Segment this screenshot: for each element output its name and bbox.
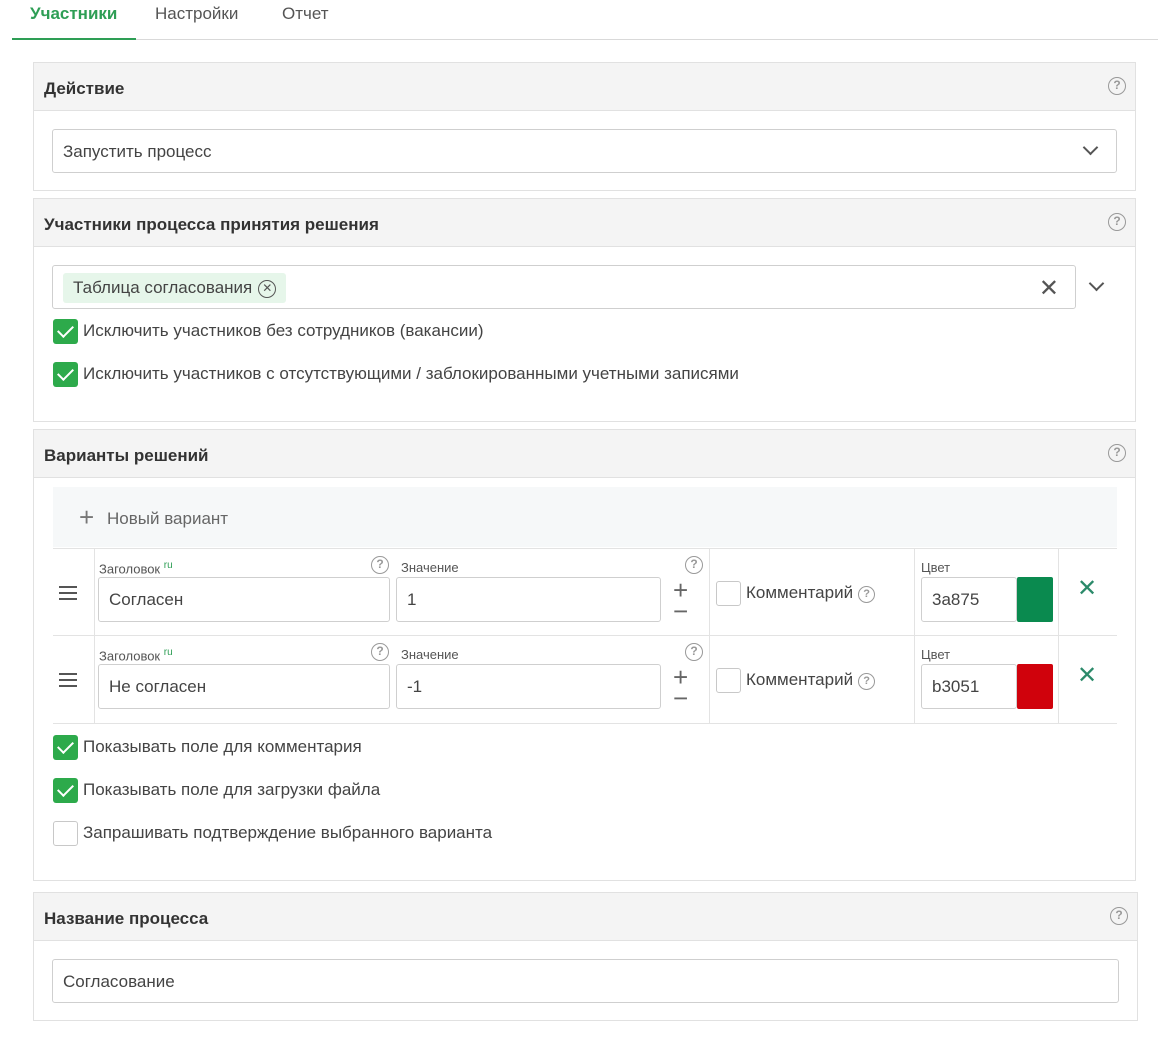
exclude-blocked-checkbox[interactable]	[53, 362, 78, 387]
color-field-label: Цвет	[921, 647, 951, 662]
color-swatch[interactable]	[1017, 577, 1053, 622]
drag-handle-icon[interactable]	[59, 586, 77, 604]
help-icon[interactable]: ?	[685, 556, 703, 574]
title-field-label: Заголовок ru	[99, 647, 173, 664]
help-icon[interactable]: ?	[1108, 444, 1126, 462]
color-hex-input[interactable]: b3051	[921, 664, 1017, 709]
action-panel: Действие ? Запустить процесс	[33, 62, 1136, 191]
help-icon[interactable]: ?	[685, 643, 703, 661]
exclude-no-employees-label: Исключить участников без сотрудников (ва…	[83, 321, 484, 340]
process-name-panel-header: Название процесса ?	[34, 893, 1137, 941]
title-field-label: Заголовок ru	[99, 560, 173, 577]
decrement-icon[interactable]: −	[673, 685, 688, 711]
show-upload-checkbox[interactable]	[53, 778, 78, 803]
new-variant-label: Новый вариант	[107, 509, 229, 528]
show-upload-label: Показывать поле для загрузки файла	[83, 780, 381, 799]
process-name-panel: Название процесса ? Согласование	[33, 892, 1138, 1021]
show-comment-label: Показывать поле для комментария	[83, 737, 362, 756]
tag-remove-icon[interactable]: ✕	[258, 280, 277, 298]
exclude-no-employees-checkbox[interactable]	[53, 319, 78, 344]
active-tab-indicator	[12, 38, 136, 40]
comment-label: Комментарий?	[746, 583, 876, 603]
chevron-down-icon[interactable]	[1088, 275, 1105, 292]
tab-settings[interactable]: Настройки	[155, 4, 238, 24]
action-select-value: Запустить процесс	[63, 142, 212, 161]
participant-tag: Таблица согласования ✕	[63, 273, 287, 303]
ask-confirm-checkbox[interactable]	[53, 821, 78, 846]
tab-report[interactable]: Отчет	[282, 4, 329, 24]
color-field-label: Цвет	[921, 560, 951, 575]
comment-checkbox[interactable]	[716, 668, 741, 693]
chevron-down-icon[interactable]	[1082, 139, 1099, 156]
variants-panel: Варианты решений ? + Новый вариант Загол…	[33, 429, 1136, 881]
new-variant-button[interactable]: + Новый вариант	[53, 487, 1117, 547]
help-icon[interactable]: ?	[1110, 907, 1128, 925]
delete-variant-icon[interactable]: ✕	[1077, 661, 1097, 690]
variant-value-input[interactable]: 1	[396, 577, 661, 622]
variants-panel-header: Варианты решений ?	[34, 430, 1135, 478]
comment-checkbox[interactable]	[716, 581, 741, 606]
tab-bar: Участники Настройки Отчет	[12, 0, 1158, 40]
variant-row: Заголовок ru ? Согласен Значение ? 1 + −…	[53, 548, 1117, 636]
help-icon[interactable]: ?	[1108, 213, 1126, 231]
variant-title-input[interactable]: Не согласен	[98, 664, 390, 709]
drag-handle-icon[interactable]	[59, 673, 77, 691]
help-icon[interactable]: ?	[371, 556, 389, 574]
participants-panel-title: Участники процесса принятия решения	[44, 215, 379, 234]
decrement-icon[interactable]: −	[673, 598, 688, 624]
participants-panel: Участники процесса принятия решения ? Та…	[33, 198, 1136, 422]
process-name-input[interactable]: Согласование	[52, 959, 1119, 1003]
participants-multiselect[interactable]: Таблица согласования ✕ ✕	[52, 265, 1076, 309]
action-panel-title: Действие	[44, 79, 125, 98]
delete-variant-icon[interactable]: ✕	[1077, 574, 1097, 603]
help-icon[interactable]: ?	[858, 586, 876, 603]
variant-row: Заголовок ru ? Не согласен Значение ? -1…	[53, 636, 1117, 724]
color-hex-input[interactable]: 3a875	[921, 577, 1017, 622]
variant-title-input[interactable]: Согласен	[98, 577, 390, 622]
clear-icon[interactable]: ✕	[1039, 274, 1059, 303]
participants-panel-header: Участники процесса принятия решения ?	[34, 199, 1135, 247]
tab-participants[interactable]: Участники	[30, 4, 117, 24]
action-select[interactable]: Запустить процесс	[52, 129, 1117, 173]
action-panel-header: Действие ?	[34, 63, 1135, 111]
plus-icon: +	[79, 502, 95, 532]
help-icon[interactable]: ?	[858, 673, 876, 690]
value-field-label: Значение	[401, 560, 459, 575]
participant-tag-label: Таблица согласования	[73, 278, 253, 297]
color-swatch[interactable]	[1017, 664, 1053, 709]
help-icon[interactable]: ?	[1108, 77, 1126, 95]
exclude-blocked-label: Исключить участников с отсутствующими / …	[83, 364, 739, 383]
show-comment-checkbox[interactable]	[53, 735, 78, 760]
process-name-panel-title: Название процесса	[44, 909, 209, 928]
variants-panel-title: Варианты решений	[44, 446, 209, 465]
value-field-label: Значение	[401, 647, 459, 662]
comment-label: Комментарий?	[746, 670, 876, 690]
ask-confirm-label: Запрашивать подтверждение выбранного вар…	[83, 823, 493, 842]
help-icon[interactable]: ?	[371, 643, 389, 661]
variant-value-input[interactable]: -1	[396, 664, 661, 709]
